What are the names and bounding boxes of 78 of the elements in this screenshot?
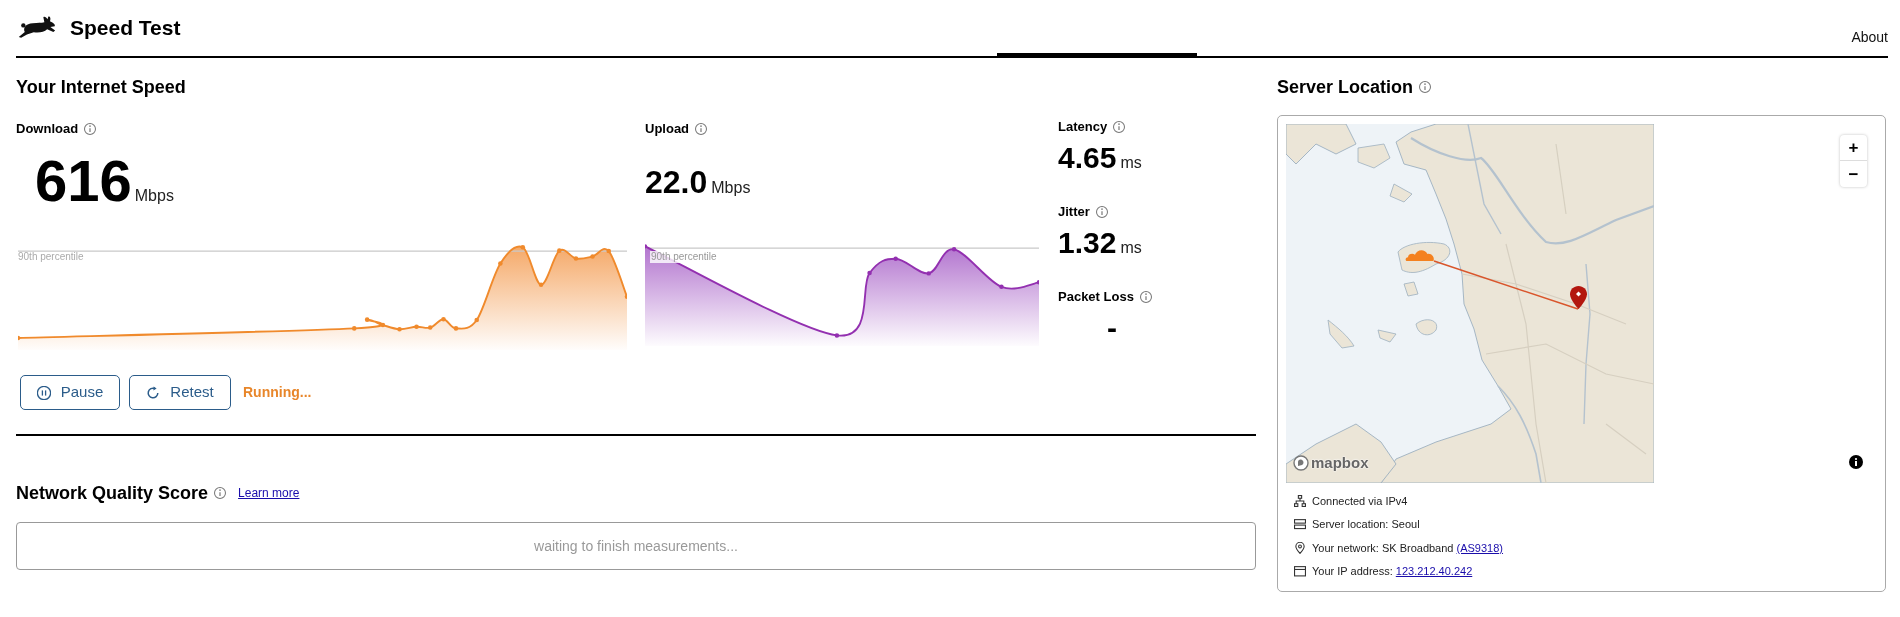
chart-point — [999, 284, 1004, 290]
chart-point — [453, 326, 459, 331]
chart-point — [414, 324, 419, 329]
info-icon[interactable] — [1849, 455, 1863, 469]
metric-value: 4.65 — [1058, 143, 1117, 173]
detail-link[interactable]: (AS9318) — [1456, 541, 1503, 554]
speed-unit: Mbps — [711, 180, 751, 196]
island — [1403, 281, 1419, 297]
chart-point — [624, 294, 627, 300]
island — [1377, 329, 1397, 343]
retest-button[interactable]: Retest — [129, 375, 231, 410]
metric-unit: ms — [1120, 155, 1142, 171]
chart-point — [538, 282, 544, 287]
detail-text: Your IP address: 123.212.40.242 — [1312, 564, 1473, 580]
island — [1389, 183, 1413, 203]
metric-label: Jitter — [1058, 204, 1090, 220]
speed-value: 616 — [35, 152, 132, 210]
chart-point — [590, 254, 595, 259]
island — [1415, 319, 1438, 336]
window-icon — [1294, 565, 1306, 578]
rabbit-icon — [17, 16, 57, 38]
island — [1357, 143, 1391, 169]
chart-point — [351, 326, 357, 331]
refresh-icon — [146, 385, 161, 400]
chart-point — [573, 256, 579, 261]
chart-point — [867, 270, 872, 276]
pause-button[interactable]: Pause — [20, 375, 120, 410]
app-title: Speed Test — [70, 15, 181, 41]
server-icon — [1294, 518, 1306, 531]
section-title: Server Location — [1277, 76, 1414, 99]
chart-point — [893, 256, 898, 261]
waiting-message: waiting to finish measurements... — [534, 536, 738, 556]
chart-point — [926, 271, 931, 276]
metric-label: Latency — [1058, 119, 1108, 135]
chart-point — [1036, 280, 1039, 285]
chart-point — [557, 248, 562, 253]
learn-more-link[interactable]: Learn more — [238, 484, 300, 502]
detail-text: Connected via IPv4 — [1312, 493, 1408, 509]
network-icon — [1294, 494, 1306, 507]
island — [1327, 319, 1355, 349]
map-pin-icon[interactable] — [1570, 286, 1587, 309]
pin-icon — [1294, 541, 1306, 554]
zoom-in-button[interactable]: + — [1840, 135, 1867, 161]
chart-point — [397, 326, 402, 332]
chart-point — [606, 248, 611, 254]
metric-label: Packet Loss — [1058, 289, 1134, 305]
section-title: Network Quality Score — [16, 482, 209, 505]
percentile-label: 90th percentile — [650, 251, 718, 263]
chart-point — [520, 245, 526, 250]
nav-link[interactable]: About — [1851, 27, 1888, 47]
metric-value: 1.32 — [1058, 228, 1117, 258]
map-attribution: mapbox — [1311, 453, 1369, 473]
speed-value: 22.0 — [645, 166, 708, 198]
cloud-icon — [1405, 248, 1435, 262]
chart-point — [498, 261, 503, 266]
chart-point — [474, 317, 479, 323]
detail-text: Your network: SK Broadband (AS9318) — [1312, 540, 1503, 556]
status-text: Running... — [243, 383, 312, 402]
chart-point — [427, 325, 433, 330]
chart-point — [441, 316, 446, 322]
pause-icon — [36, 385, 51, 400]
zoom-out-button[interactable]: − — [1840, 161, 1867, 187]
section-title: Your Internet Speed — [16, 76, 187, 99]
detail-text: Server location: Seoul — [1312, 517, 1420, 533]
chart-point — [645, 244, 648, 249]
chart-point — [364, 317, 370, 322]
chart-point — [951, 247, 957, 252]
metric-label: Upload — [645, 121, 690, 137]
speed-unit: Mbps — [134, 188, 174, 204]
chart-point — [380, 322, 386, 328]
chart-point — [18, 335, 21, 341]
chart-point — [834, 333, 840, 338]
detail-link[interactable]: 123.212.40.242 — [1395, 565, 1473, 578]
logo-icon — [1293, 455, 1309, 471]
metric-label: Download — [16, 121, 79, 137]
percentile-label: 90th percentile — [18, 251, 84, 263]
metric-value: - — [1107, 313, 1117, 343]
metric-unit: ms — [1120, 240, 1142, 256]
